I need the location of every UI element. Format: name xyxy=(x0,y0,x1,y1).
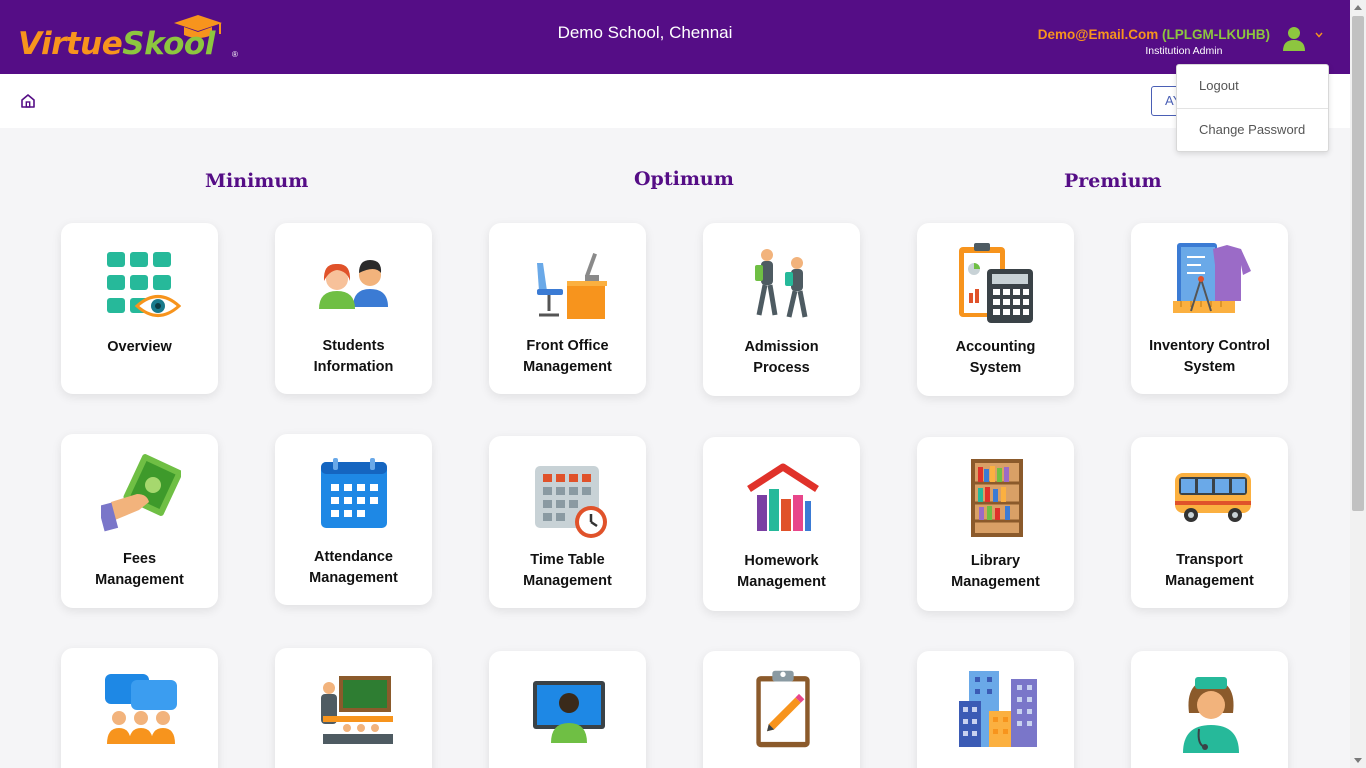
user-role: Institution Admin xyxy=(1145,45,1223,57)
plan-optimum-heading: Optimum xyxy=(634,168,734,190)
user-email: Demo@Email.Com xyxy=(1037,27,1159,42)
module-label: Attendance Management xyxy=(309,549,398,586)
module-homework-management[interactable]: Homework Management xyxy=(703,437,860,611)
communication-icon xyxy=(105,674,177,744)
module-label: Accounting System xyxy=(955,339,1036,376)
virtueskool-logo[interactable]: VirtueSkool ® xyxy=(18,14,248,64)
user-info[interactable]: Demo@Email.Com (LPLGM-LKUHB) Institution… xyxy=(1038,27,1270,57)
module-label: Time Table Management xyxy=(523,552,612,589)
admission-icon xyxy=(755,249,808,318)
top-header: VirtueSkool ® Demo School, Chennai Demo@… xyxy=(0,0,1350,74)
user-email-line: Demo@Email.Com (LPLGM-LKUHB) xyxy=(1038,27,1270,42)
inventory-icon xyxy=(1173,243,1251,313)
front-office-icon xyxy=(537,253,607,319)
students-icon xyxy=(319,260,388,309)
module-fees-management[interactable]: Fees Management xyxy=(61,434,218,608)
module-students-information[interactable]: Students Information xyxy=(275,223,432,394)
module-overview[interactable]: Overview xyxy=(61,223,218,394)
module-online-class[interactable] xyxy=(489,651,646,768)
module-label: Overview xyxy=(107,339,172,355)
exam-icon xyxy=(756,670,810,748)
module-transport-management[interactable]: Transport Management xyxy=(1131,437,1288,608)
module-label: Inventory Control System xyxy=(1149,338,1270,375)
chevron-down-icon[interactable] xyxy=(1314,30,1324,40)
accounting-icon xyxy=(959,243,1033,323)
module-label: Students Information xyxy=(313,338,394,375)
module-communication[interactable] xyxy=(61,648,218,768)
academics-icon xyxy=(321,676,393,744)
module-inventory-control-system[interactable]: Inventory Control System xyxy=(1131,223,1288,394)
module-examination[interactable] xyxy=(703,651,860,768)
logo-text-virtue: Virtue xyxy=(18,26,123,62)
online-class-icon xyxy=(533,681,605,743)
attendance-icon xyxy=(321,458,387,528)
library-icon xyxy=(971,459,1023,537)
module-label: Fees Management xyxy=(95,551,184,588)
module-label: Transport Management xyxy=(1165,552,1254,589)
timetable-icon xyxy=(535,466,607,538)
transport-icon xyxy=(1175,473,1251,522)
module-admission-process[interactable]: Admission Process xyxy=(703,223,860,396)
scroll-up-arrow-icon[interactable] xyxy=(1354,5,1362,10)
change-password-menu-item[interactable]: Change Password xyxy=(1177,108,1328,151)
registered-mark: ® xyxy=(232,50,238,59)
module-academics[interactable] xyxy=(275,648,432,768)
overview-icon xyxy=(107,252,181,317)
module-front-office-management[interactable]: Front Office Management xyxy=(489,223,646,394)
buildings-icon xyxy=(959,671,1037,747)
module-time-table-management[interactable]: Time Table Management xyxy=(489,436,646,608)
module-label: Front Office Management xyxy=(523,338,612,375)
user-dropdown-menu: Logout Change Password xyxy=(1176,64,1329,152)
logo-text-skool: Skool xyxy=(122,26,215,62)
scroll-down-arrow-icon[interactable] xyxy=(1354,758,1362,763)
module-label: Homework Management xyxy=(737,553,826,590)
nurse-icon xyxy=(1183,677,1239,753)
user-code: (LPLGM-LKUHB) xyxy=(1162,27,1270,42)
plan-premium-heading: Premium xyxy=(1064,170,1162,192)
vertical-scrollbar[interactable] xyxy=(1350,0,1366,768)
school-name: Demo School, Chennai xyxy=(557,23,733,42)
module-label: Admission Process xyxy=(744,339,819,376)
home-icon[interactable] xyxy=(20,93,36,109)
module-attendance-management[interactable]: Attendance Management xyxy=(275,434,432,605)
plan-minimum-heading: Minimum xyxy=(205,170,309,192)
logout-menu-item[interactable]: Logout xyxy=(1177,65,1328,108)
module-library-management[interactable]: Library Management xyxy=(917,437,1074,611)
module-accounting-system[interactable]: Accounting System xyxy=(917,223,1074,396)
homework-icon xyxy=(747,463,819,531)
scrollbar-thumb[interactable] xyxy=(1352,16,1364,511)
logo-wordmark: VirtueSkool xyxy=(18,26,215,62)
fees-icon xyxy=(101,454,181,532)
module-institution[interactable] xyxy=(917,651,1074,768)
module-health[interactable] xyxy=(1131,651,1288,768)
module-label: Library Management xyxy=(951,553,1040,590)
user-avatar-icon[interactable] xyxy=(1280,24,1308,52)
breadcrumb-bar: AY xyxy=(0,74,1350,128)
